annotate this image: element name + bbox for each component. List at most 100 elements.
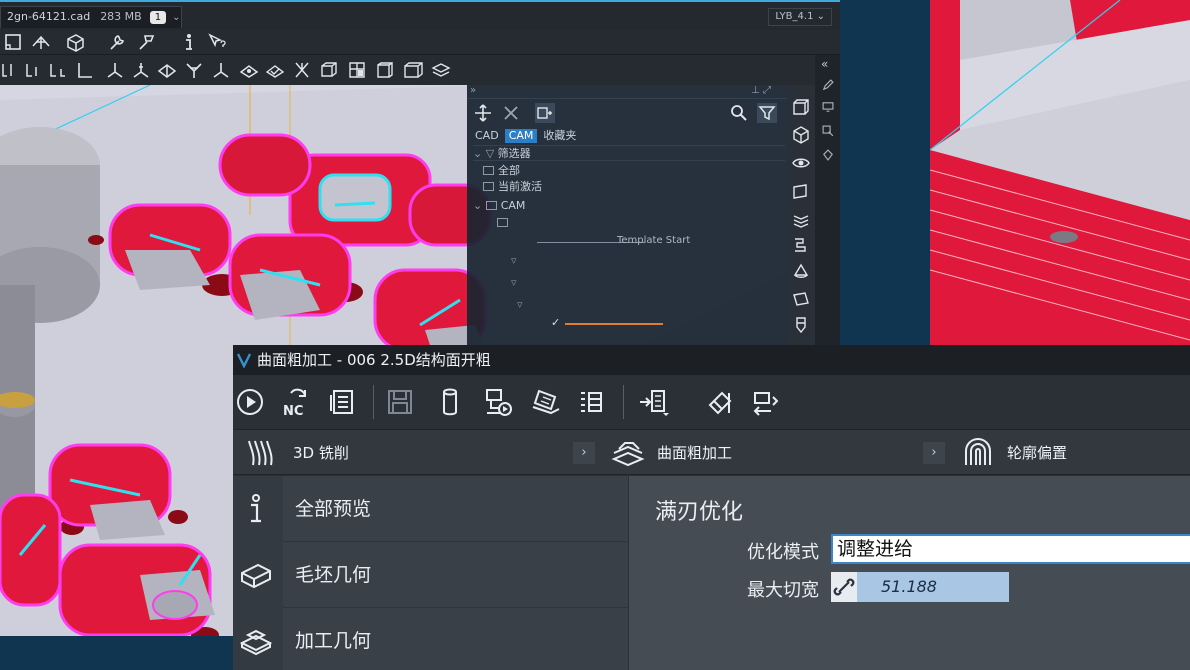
collapse-icon[interactable]: « [821,57,828,71]
tab-cam[interactable]: CAM [504,129,538,143]
axis-tri-icon[interactable] [130,59,152,81]
layers-icon[interactable] [791,209,811,229]
cube-front-icon[interactable] [791,97,811,117]
monitor-icon[interactable] [821,100,835,114]
breadcrumb-item-surface-rough[interactable]: 曲面粗加工 [611,430,911,476]
template-start-label: Template Start [617,235,691,246]
tree-item-cam[interactable]: ⌄ CAM [473,198,525,214]
tree-item-label: 全部 [498,164,520,177]
axis-l-icon[interactable] [74,59,96,81]
pen-icon[interactable] [821,78,835,92]
surface-rough-icon [611,442,645,467]
part-geometry-icon [239,629,273,656]
nav-label: 加工几何 [295,630,372,652]
machine-simulate-icon[interactable] [481,385,515,419]
filter-label: 筛选器 [497,147,531,160]
list-icon[interactable] [575,385,609,419]
view-icon-strip [787,85,815,347]
frame-icon[interactable] [2,31,24,53]
select-box-icon[interactable] [821,124,835,138]
filter-row[interactable]: ⌄ ▽ 筛选器 [473,145,785,161]
tree-item-active[interactable]: 当前激活 [483,179,542,195]
eraser-icon[interactable] [703,385,737,419]
max-cut-width-label: 最大切宽 [747,580,819,601]
stack-icon[interactable] [430,59,452,81]
transform-icon[interactable] [749,385,783,419]
breadcrumb-item-contour-offset[interactable]: 轮廓偏置 [961,430,1161,476]
axis-y2-icon[interactable] [210,59,232,81]
axis-y-icon[interactable] [104,59,126,81]
max-cut-width-field[interactable]: 51.188 [857,572,1009,602]
nav-icon-cell [233,542,283,608]
move-icon[interactable] [473,103,493,123]
breadcrumb-arrow-icon[interactable]: › [923,442,945,464]
laptop-icon[interactable] [529,385,563,419]
wrench-icon[interactable] [106,31,128,53]
eye-plane-icon[interactable] [238,59,260,81]
breadcrumb-label: 轮廓偏置 [1007,444,1068,462]
breadcrumb-arrow-icon[interactable]: › [573,442,595,464]
eye-icon[interactable] [791,153,811,173]
pin-shape-icon[interactable] [821,148,835,162]
dim-2-icon[interactable] [24,59,46,81]
import-list-icon[interactable] [637,385,671,419]
tree-item-op[interactable]: ▿ [511,275,517,291]
search-icon[interactable] [729,103,749,123]
toolbar-primary [0,30,840,55]
tree-item-all[interactable]: 全部 [483,163,520,179]
tree-tabs: CAD CAM 收藏夹 [471,129,582,145]
nav-item-preview-all[interactable]: 全部预览 [233,476,628,542]
nc-regenerate-icon[interactable]: NC [279,385,313,419]
link-toggle-button[interactable] [831,572,857,602]
tree-item-op[interactable]: ▿ [511,253,517,269]
cube-d-icon[interactable] [402,59,424,81]
face-icon[interactable] [791,181,811,201]
close-icon[interactable] [501,103,521,123]
optimization-mode-field[interactable]: 调整进给 [831,534,1190,564]
cross-axis-icon[interactable] [291,59,313,81]
breadcrumb-item-3d-milling[interactable]: 3D 铣削 [245,430,585,476]
plane-check-icon[interactable] [264,59,286,81]
cone-icon[interactable] [791,261,811,281]
pointer-help-icon[interactable] [206,31,228,53]
chevron-down-icon[interactable]: ⌄ [172,12,180,23]
nav-item-stock-geometry[interactable]: 毛坯几何 [233,542,628,608]
slab-icon[interactable] [791,289,811,309]
tab-cad[interactable]: CAD [471,129,503,143]
save-icon[interactable] [383,385,417,419]
tree-item-op[interactable]: ▿ [517,297,523,313]
plane-icon[interactable] [156,59,178,81]
cutter-icon[interactable] [791,315,811,335]
secondary-viewport[interactable] [930,0,1190,345]
dim-3-icon[interactable] [48,59,70,81]
pin-icon[interactable]: ⊥ ⤢ [751,85,771,96]
select-tree-icon[interactable] [535,103,555,123]
cube-a-icon[interactable] [318,59,340,81]
sheet-icon[interactable] [325,385,359,419]
tab-favorites[interactable]: 收藏夹 [539,129,580,143]
cube-b-icon[interactable] [346,59,368,81]
dialog-titlebar[interactable]: 曲面粗加工 - 006 2.5D结构面开粗 [233,345,1190,375]
cube-c-icon[interactable] [374,59,396,81]
tree-item-label: 当前激活 [498,180,542,193]
play-icon[interactable] [233,385,267,419]
info-icon[interactable] [178,31,200,53]
section-title: 满刃优化 [655,500,744,525]
tool-path-icon[interactable] [791,235,811,255]
dim-1-icon[interactable] [0,59,22,81]
folder-icon [497,218,508,227]
cube-iso-icon[interactable] [791,125,811,145]
nav-item-part-geometry[interactable]: 加工几何 [233,608,628,670]
contour-offset-icon [965,438,991,465]
star-axis-icon[interactable] [183,59,205,81]
box-view-icon[interactable] [64,31,86,53]
tree-item-node[interactable] [497,215,512,231]
filter-icon[interactable] [757,103,777,123]
expand-icon[interactable]: » [470,85,476,96]
view-orient-icon[interactable] [30,31,52,53]
layout-selector[interactable]: LYB_4.1 ⌄ [768,8,832,26]
toolbar-separator [623,385,624,419]
file-tab[interactable]: 2gn-64121.cad 283 MB 1 ⌄ [0,6,182,28]
tool-holder-icon[interactable] [136,31,158,53]
cylinder-icon[interactable] [433,385,467,419]
